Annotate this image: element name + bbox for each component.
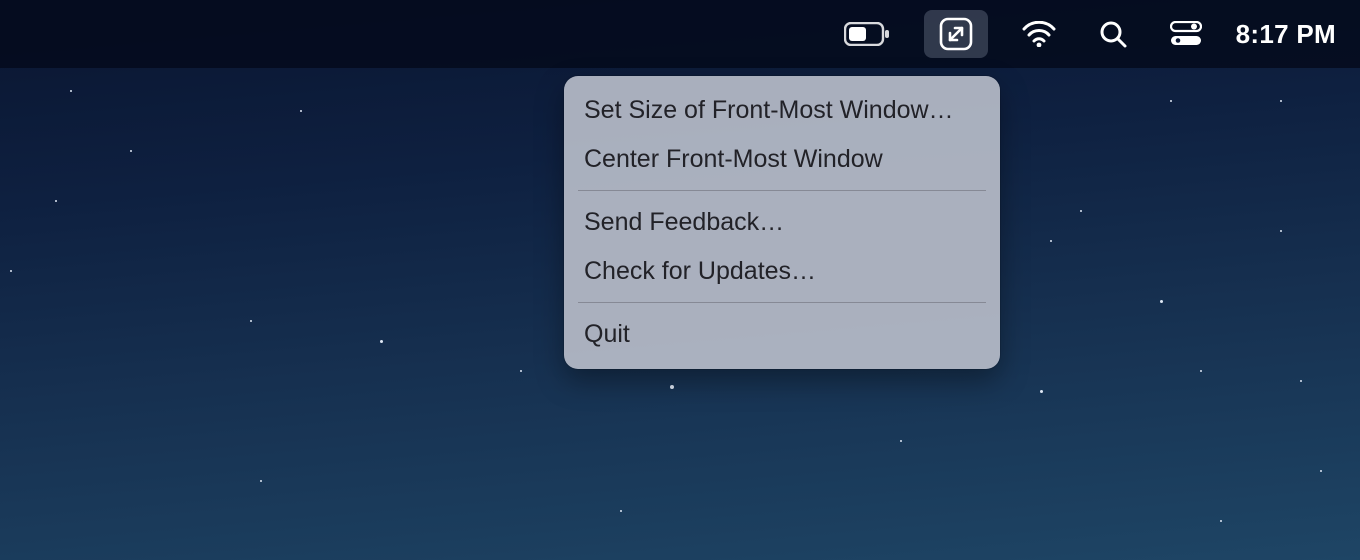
menu-separator xyxy=(578,302,986,303)
app-dropdown-menu: Set Size of Front-Most Window… Center Fr… xyxy=(564,76,1000,369)
window-resize-app-icon[interactable] xyxy=(924,10,988,58)
menu-item-check-updates[interactable]: Check for Updates… xyxy=(564,247,1000,296)
battery-icon[interactable] xyxy=(836,10,898,58)
menu-item-send-feedback[interactable]: Send Feedback… xyxy=(564,198,1000,247)
spotlight-search-icon[interactable] xyxy=(1090,10,1136,58)
wifi-icon[interactable] xyxy=(1014,10,1064,58)
menubar: 8:17 PM xyxy=(0,0,1360,68)
menu-item-set-size[interactable]: Set Size of Front-Most Window… xyxy=(564,86,1000,135)
control-center-icon[interactable] xyxy=(1162,10,1210,58)
menu-separator xyxy=(578,190,986,191)
menu-item-center-window[interactable]: Center Front-Most Window xyxy=(564,135,1000,184)
menubar-clock[interactable]: 8:17 PM xyxy=(1236,19,1336,50)
menu-item-quit[interactable]: Quit xyxy=(564,310,1000,359)
